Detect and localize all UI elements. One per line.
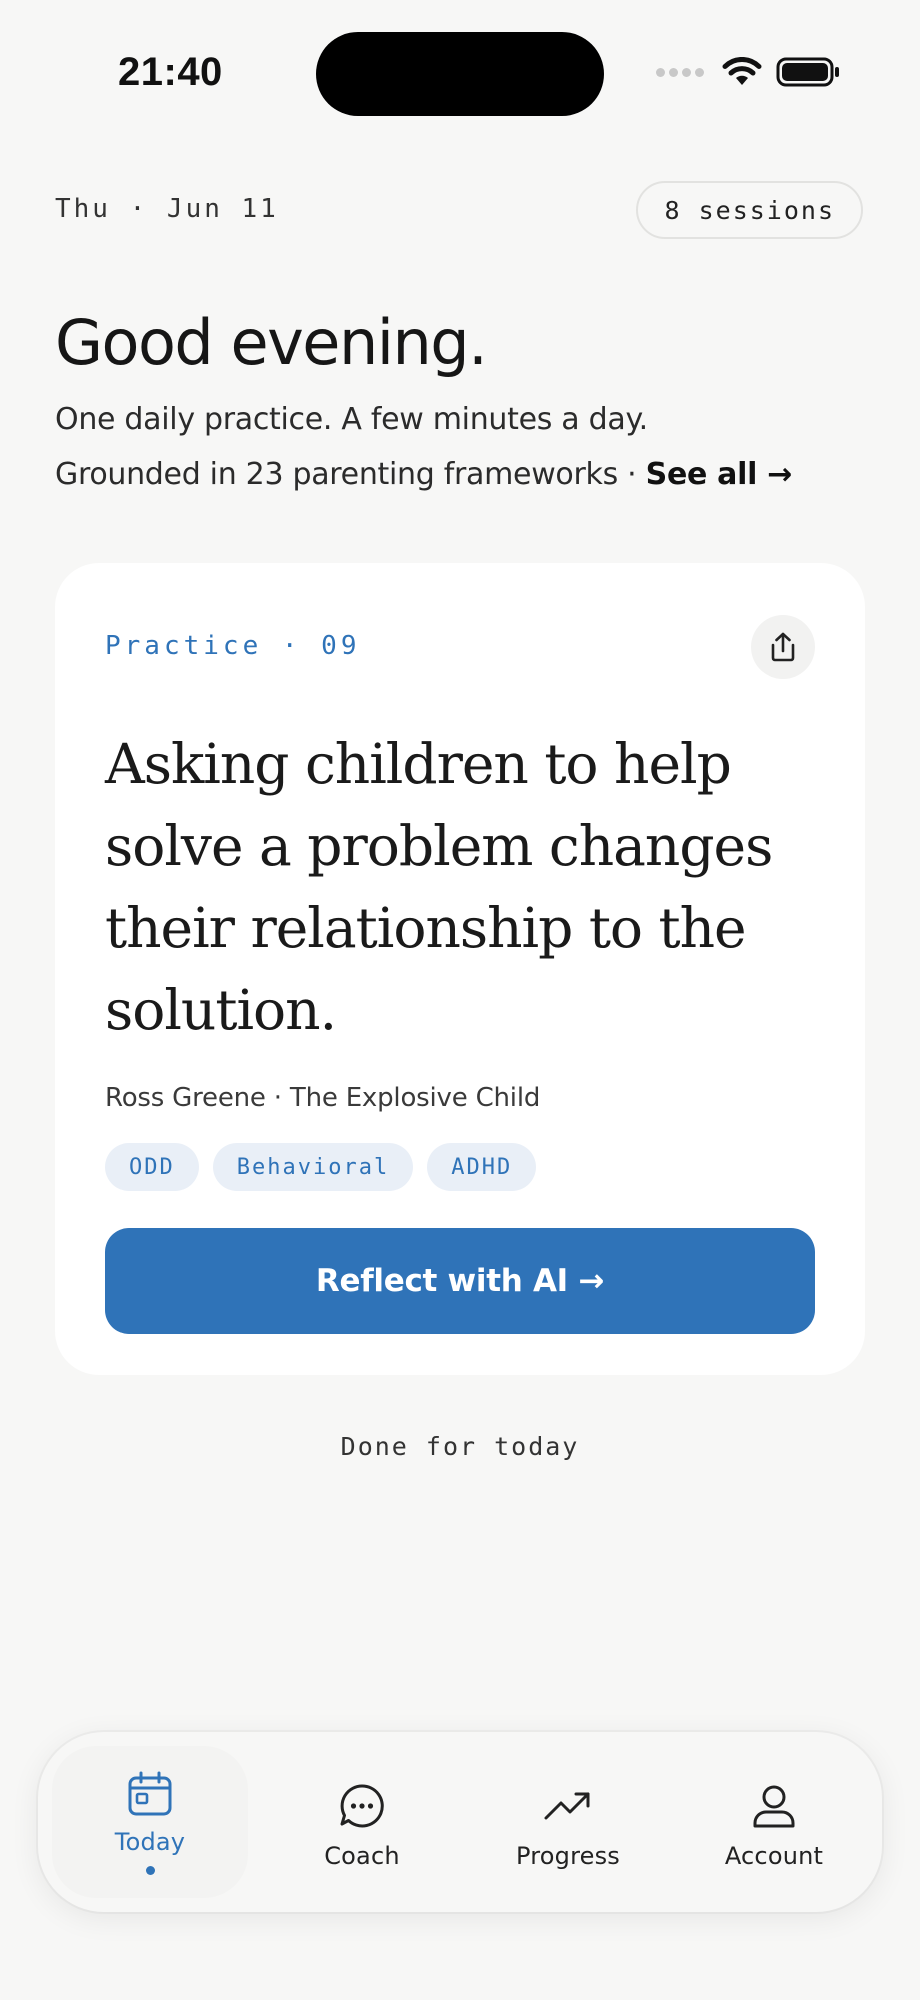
share-button[interactable] xyxy=(751,615,815,679)
today-screen: 21:40 Thu · Jun 11 8 sessions Good eveni… xyxy=(0,0,920,2000)
chat-bubble-icon xyxy=(340,1784,384,1828)
tab-account[interactable]: Account xyxy=(676,1746,872,1898)
attribution: Ross Greene · The Explosive Child xyxy=(105,1083,541,1113)
tab-label: Coach xyxy=(324,1842,400,1870)
tab-coach[interactable]: Coach xyxy=(264,1746,460,1898)
frameworks-text: Grounded in 23 parenting frameworks · xyxy=(55,457,646,492)
subtitle: One daily practice. A few minutes a day. xyxy=(55,402,648,437)
sessions-badge[interactable]: 8 sessions xyxy=(636,181,863,239)
tag-chip[interactable]: ADHD xyxy=(427,1143,537,1191)
share-icon xyxy=(771,632,795,662)
date-label: Thu · Jun 11 xyxy=(55,194,279,224)
frameworks-line: Grounded in 23 parenting frameworks · Se… xyxy=(55,457,792,492)
calendar-icon xyxy=(128,1771,172,1816)
see-all-link[interactable]: See all → xyxy=(646,457,793,492)
active-indicator-dot xyxy=(145,1866,155,1875)
person-icon xyxy=(753,1785,795,1828)
page-title: Good evening. xyxy=(55,306,488,379)
tag-chip[interactable]: Behavioral xyxy=(212,1143,414,1191)
tab-progress[interactable]: Progress xyxy=(470,1746,666,1898)
tag-list: ODD Behavioral ADHD xyxy=(105,1143,537,1191)
battery-icon xyxy=(776,57,839,87)
tab-bar: Today Coach Progress Account xyxy=(38,1732,882,1912)
wifi-icon xyxy=(722,57,762,85)
tab-label: Today xyxy=(114,1828,186,1856)
practice-card: Practice · 09 Asking children to help so… xyxy=(55,563,865,1375)
tab-today[interactable]: Today xyxy=(52,1746,248,1898)
tab-label: Account xyxy=(724,1842,824,1870)
trend-up-icon xyxy=(544,1792,590,1820)
tag-chip[interactable]: ODD xyxy=(105,1143,199,1191)
tab-label: Progress xyxy=(515,1842,621,1870)
cellular-signal-icon xyxy=(656,67,704,77)
done-for-today-text: Done for today xyxy=(340,1432,580,1461)
status-time: 21:40 xyxy=(118,50,223,94)
dynamic-island xyxy=(316,32,604,116)
practice-label: Practice · 09 xyxy=(105,631,361,661)
reflect-with-ai-button[interactable]: Reflect with AI → xyxy=(105,1228,815,1334)
status-icons xyxy=(656,56,840,88)
practice-quote: Asking children to help solve a problem … xyxy=(105,732,773,1042)
